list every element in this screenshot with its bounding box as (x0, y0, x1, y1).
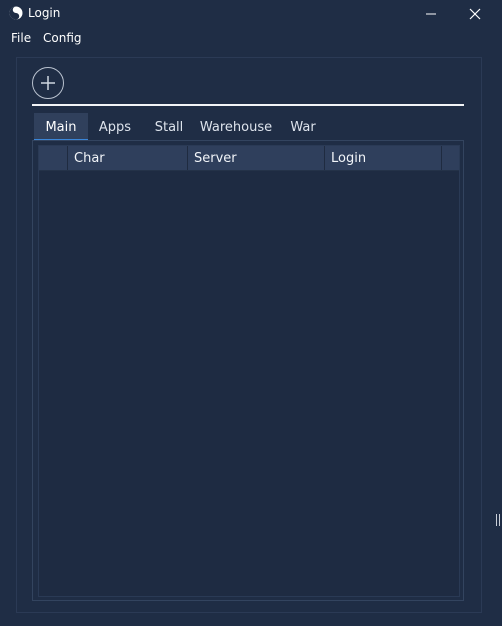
tab-warehouse[interactable]: Warehouse (199, 113, 273, 141)
toolbar-divider (32, 104, 464, 106)
menu-bar: File Config (0, 28, 502, 50)
add-button[interactable] (32, 67, 64, 99)
resize-grip[interactable] (496, 514, 500, 526)
character-grid[interactable]: Char Server Login (38, 145, 460, 597)
menu-file[interactable]: File (11, 31, 31, 45)
close-icon (469, 8, 481, 20)
grid-header: Char Server Login (39, 146, 459, 171)
tab-main[interactable]: Main (34, 113, 88, 141)
tab-war[interactable]: War (287, 113, 319, 141)
column-header-login[interactable]: Login (325, 146, 442, 170)
window-title: Login (28, 6, 61, 20)
column-header-server[interactable]: Server (188, 146, 325, 170)
title-bar: Login (0, 0, 502, 28)
column-header-char[interactable]: Char (68, 146, 188, 170)
column-header-select[interactable] (39, 146, 68, 170)
tab-stall[interactable]: Stall (149, 113, 189, 141)
tab-apps[interactable]: Apps (94, 113, 136, 141)
close-button[interactable] (452, 0, 498, 28)
minimize-icon (426, 13, 436, 15)
menu-config[interactable]: Config (43, 31, 82, 45)
minimize-button[interactable] (408, 0, 454, 28)
column-header-extra[interactable] (442, 146, 459, 170)
yin-yang-icon (9, 6, 23, 20)
plus-icon (41, 76, 55, 90)
